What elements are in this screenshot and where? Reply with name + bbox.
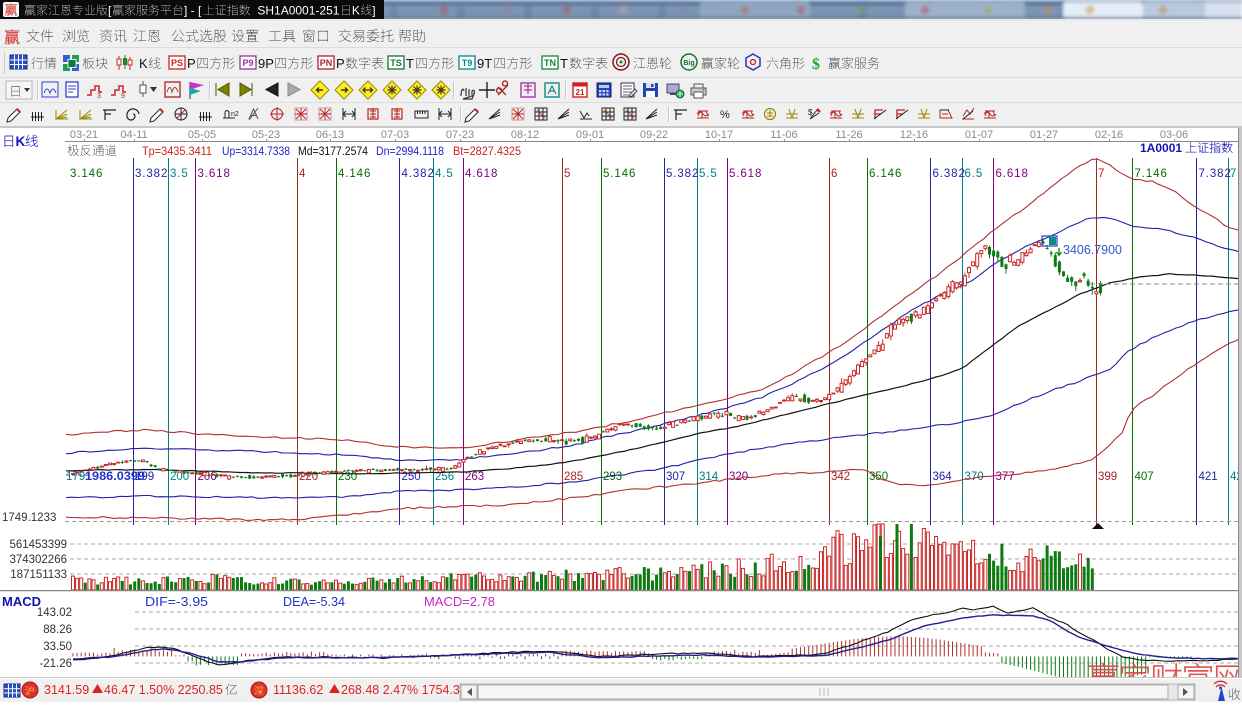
svg-text:3.382: 3.382 bbox=[135, 168, 168, 180]
svg-text:399: 399 bbox=[1098, 471, 1117, 483]
svg-text:3141.59: 3141.59 bbox=[44, 683, 89, 697]
svg-text:200: 200 bbox=[170, 471, 189, 483]
svg-text:377: 377 bbox=[996, 471, 1015, 483]
svg-text:21: 21 bbox=[576, 88, 585, 97]
svg-text:6.5: 6.5 bbox=[965, 168, 984, 180]
svg-text:Tp=3435.3411: Tp=3435.3411 bbox=[142, 144, 212, 158]
svg-text:MACD=2.78: MACD=2.78 bbox=[424, 595, 495, 609]
svg-text:%: % bbox=[720, 109, 730, 121]
svg-text:9: 9 bbox=[121, 93, 125, 100]
svg-text:6.618: 6.618 bbox=[996, 168, 1029, 180]
svg-text:K: K bbox=[352, 4, 360, 18]
svg-text:P: P bbox=[187, 56, 196, 71]
svg-text:SH1A0001-251: SH1A0001-251 bbox=[251, 4, 340, 18]
svg-text:3.618: 3.618 bbox=[198, 168, 231, 180]
svg-text:268.48 2.47% 1754.37: 268.48 2.47% 1754.37 bbox=[341, 683, 467, 697]
svg-text:] - [: ] - [ bbox=[184, 4, 202, 18]
svg-text:5.146: 5.146 bbox=[603, 168, 636, 180]
svg-text:561453399: 561453399 bbox=[9, 539, 67, 551]
svg-text:3: 3 bbox=[97, 93, 101, 100]
svg-text:5: 5 bbox=[564, 168, 571, 180]
svg-text:Up=3314.7338: Up=3314.7338 bbox=[222, 144, 290, 158]
svg-text:6: 6 bbox=[831, 168, 838, 180]
svg-text:46.47 1.50% 2250.85: 46.47 1.50% 2250.85 bbox=[104, 683, 223, 697]
svg-text:K: K bbox=[16, 134, 26, 149]
svg-text:4: 4 bbox=[299, 168, 306, 180]
svg-text:K: K bbox=[139, 56, 148, 71]
svg-text:Md=3177.2574: Md=3177.2574 bbox=[298, 144, 368, 158]
svg-text:4.618: 4.618 bbox=[465, 168, 498, 180]
svg-text:263: 263 bbox=[465, 471, 484, 483]
svg-text:7.382: 7.382 bbox=[1199, 168, 1232, 180]
svg-text:342: 342 bbox=[831, 471, 850, 483]
svg-text:n2: n2 bbox=[231, 111, 239, 118]
svg-text:Big: Big bbox=[683, 60, 694, 67]
svg-text:$: $ bbox=[808, 108, 813, 117]
svg-text:4.382: 4.382 bbox=[402, 168, 435, 180]
svg-text:307: 307 bbox=[666, 471, 685, 483]
svg-text:421: 421 bbox=[1199, 471, 1218, 483]
svg-text:5.618: 5.618 bbox=[729, 168, 762, 180]
svg-text:TS: TS bbox=[390, 58, 402, 68]
svg-text:P: P bbox=[336, 56, 345, 71]
svg-text:PS: PS bbox=[171, 58, 183, 68]
svg-text:374302266: 374302266 bbox=[9, 554, 67, 566]
svg-text:1986.0399: 1986.0399 bbox=[85, 469, 145, 483]
svg-text:364: 364 bbox=[933, 471, 953, 483]
svg-text:Dn=2994.1118: Dn=2994.1118 bbox=[376, 144, 444, 158]
svg-text:143.02: 143.02 bbox=[37, 607, 72, 619]
svg-text:11136.62: 11136.62 bbox=[273, 683, 323, 697]
svg-text:TN: TN bbox=[544, 58, 556, 68]
svg-text:]: ] bbox=[372, 4, 375, 18]
svg-text:PN: PN bbox=[320, 58, 333, 68]
svg-text:7: 7 bbox=[1098, 168, 1105, 180]
svg-text:6.382: 6.382 bbox=[933, 168, 966, 180]
svg-text:7.146: 7.146 bbox=[1135, 168, 1168, 180]
svg-text:5.5: 5.5 bbox=[699, 168, 718, 180]
svg-text:T: T bbox=[406, 56, 414, 71]
svg-text:187151133: 187151133 bbox=[10, 569, 67, 581]
svg-text:4.5: 4.5 bbox=[435, 168, 454, 180]
svg-text:DEA=-5.34: DEA=-5.34 bbox=[283, 595, 345, 609]
svg-text:T: T bbox=[560, 56, 568, 71]
svg-text:3406.7900: 3406.7900 bbox=[1063, 243, 1122, 257]
svg-text:Bt=2827.4325: Bt=2827.4325 bbox=[453, 144, 521, 158]
svg-text:1A0001: 1A0001 bbox=[1140, 141, 1185, 155]
svg-text:3.5: 3.5 bbox=[170, 168, 189, 180]
svg-text:33.50: 33.50 bbox=[43, 641, 72, 653]
svg-text:350: 350 bbox=[869, 471, 888, 483]
svg-text:3.146: 3.146 bbox=[70, 168, 103, 180]
svg-text:$: $ bbox=[812, 56, 820, 73]
svg-text:88.26: 88.26 bbox=[43, 624, 72, 636]
svg-text:P9: P9 bbox=[242, 58, 253, 68]
svg-text:MACD: MACD bbox=[2, 594, 41, 609]
svg-text:1749.1233: 1749.1233 bbox=[2, 512, 56, 524]
svg-text:T9: T9 bbox=[462, 58, 473, 68]
svg-text:5.382: 5.382 bbox=[666, 168, 699, 180]
svg-text:-21.26: -21.26 bbox=[39, 658, 72, 670]
svg-text:4.146: 4.146 bbox=[338, 168, 371, 180]
svg-text:9P: 9P bbox=[258, 56, 274, 71]
svg-text:DIF=-3.95: DIF=-3.95 bbox=[145, 595, 208, 609]
svg-text:9T: 9T bbox=[477, 56, 492, 71]
svg-text:407: 407 bbox=[1135, 471, 1154, 483]
svg-text:6.146: 6.146 bbox=[869, 168, 902, 180]
